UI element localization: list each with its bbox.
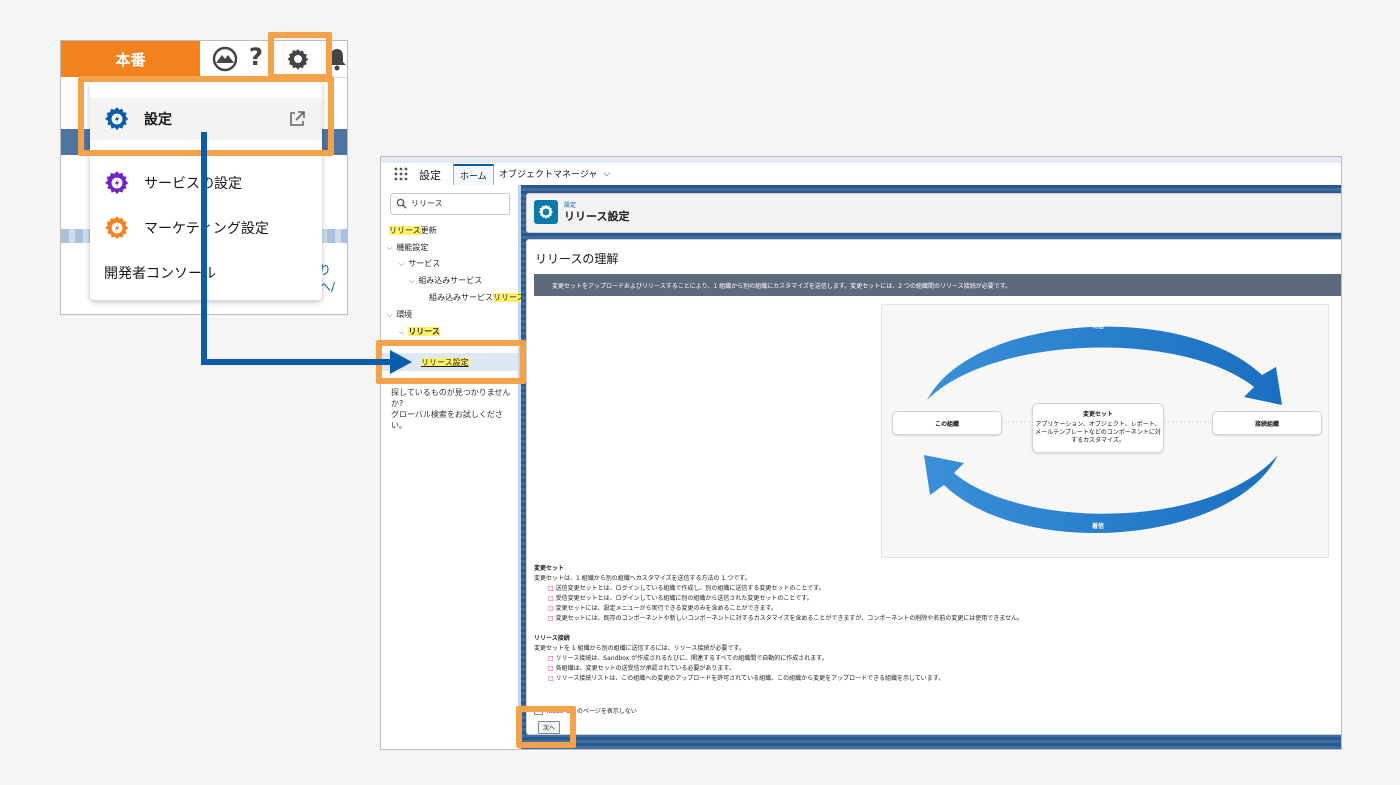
environment-badge: 本番 bbox=[61, 41, 200, 77]
tab-object-manager-label: オブジェクトマネージャ bbox=[499, 170, 598, 180]
explanation-text: 変更セット 変更セットは、1 組織から別の組織へカスタマイズを送信する方法の 1… bbox=[534, 564, 1334, 684]
tree-item-release[interactable]: ⌵ リリース bbox=[399, 326, 440, 337]
marketing-setup-label: マーケティング設定 bbox=[144, 221, 269, 237]
list-item: 送信変更セットとは、ログインしている組織で作成し、別の組織に送信する変更セットの… bbox=[534, 584, 1334, 594]
list-item: リリース接続は、Sandbox が作成されるたびに、関連するすべての組織間で自動… bbox=[534, 654, 1334, 664]
highlight-gear bbox=[268, 32, 332, 80]
send-arrow bbox=[927, 326, 1282, 405]
sidebar-help-text: 探しているものが見つかりませんか? グローバル検索をお試しください。 bbox=[391, 387, 516, 431]
background-link[interactable]: りへ/ bbox=[319, 261, 347, 295]
list-item: 変更セットには、既存のコンポーネントや新しいコンポーネントに対するカスタマイズを… bbox=[534, 614, 1334, 624]
tree-item-embedded-service-release[interactable]: 組み込みサービスリリース bbox=[429, 292, 525, 303]
tree-item-release-updates[interactable]: リリース更新 bbox=[389, 225, 437, 236]
this-org-box: この組織 bbox=[892, 411, 1002, 435]
tree-text: 組み込みサービス bbox=[418, 276, 483, 285]
navigation-bar: 設定 ホーム オブジェクトマネージャ ⌵ bbox=[381, 163, 1341, 186]
search-icon bbox=[396, 198, 407, 209]
tree-item-embedded-service[interactable]: ⌵ 組み込みサービス bbox=[409, 275, 482, 286]
tree-text: 環境 bbox=[396, 310, 413, 319]
quick-find-value: リリース bbox=[411, 199, 443, 208]
gear-icon bbox=[538, 204, 553, 219]
tree-item-service[interactable]: ⌵ サービス bbox=[399, 258, 440, 269]
chevron-down-icon[interactable]: ⌵ bbox=[387, 311, 392, 319]
receive-label: 着信 bbox=[1092, 523, 1105, 530]
gear-icon bbox=[105, 171, 129, 195]
page-header: 設定 リリース設定 bbox=[526, 193, 1341, 233]
tree-item-feature-settings[interactable]: ⌵ 機能設定 bbox=[387, 242, 428, 253]
app-launcher-icon[interactable] bbox=[394, 167, 408, 181]
gear-icon bbox=[105, 216, 129, 240]
setup-sidebar: リリース リリース更新 ⌵ 機能設定 ⌵ サービス ⌵ 組み込みサービス 組み込みサー… bbox=[381, 185, 525, 749]
chevron-down-icon[interactable]: ⌵ bbox=[603, 169, 610, 179]
header-icon-box bbox=[534, 200, 558, 224]
connection-heading: リリース接続 bbox=[534, 635, 570, 642]
changeset-intro: 変更セットは、1 組織から別の組織へカスタマイズを送信する方法の 1 つです。 bbox=[534, 575, 751, 582]
service-setup-menu-item[interactable]: サービスの設定 bbox=[90, 162, 322, 204]
send-label: 発信 bbox=[1092, 323, 1105, 330]
chevron-down-icon[interactable]: ⌵ bbox=[409, 277, 414, 285]
tree-text: 更新 bbox=[420, 226, 437, 235]
page-title: リリース設定 bbox=[564, 210, 630, 223]
tab-object-manager[interactable]: オブジェクトマネージャ ⌵ bbox=[493, 164, 616, 183]
list-item: 受信変更セットとは、ログインしている組織に別の組織から送信された変更セットのこと… bbox=[534, 594, 1334, 604]
changeset-heading: 変更セット bbox=[534, 565, 565, 572]
changeset-box-text: アプリケーション、オブジェクト、レポート、メールテンプレートなどのコンポーネント… bbox=[1035, 421, 1161, 444]
banner-text: 変更セットをアップロードおよびリリースすることにより、1 組織から別の組織にカス… bbox=[552, 283, 1012, 290]
developer-console-menu-item[interactable]: 開発者コンソール bbox=[90, 252, 322, 294]
service-setup-label: サービスの設定 bbox=[144, 176, 242, 192]
tree-text: 機能設定 bbox=[396, 243, 429, 252]
marketing-setup-menu-item[interactable]: マーケティング設定 bbox=[90, 207, 322, 249]
chevron-down-icon[interactable]: ⌵ bbox=[399, 260, 404, 268]
list-item: リリース接続リストは、この組織への変更のアップロードを許可されている組織、この組… bbox=[534, 674, 1334, 684]
tree-text: リリース bbox=[408, 327, 440, 336]
trailhead-icon[interactable] bbox=[212, 46, 238, 72]
highlight: リリース bbox=[493, 293, 525, 302]
highlight: リリース bbox=[389, 226, 421, 235]
highlight-next-button bbox=[516, 706, 576, 748]
chevron-down-icon[interactable]: ⌵ bbox=[387, 244, 392, 252]
content-card: リリースの理解 変更セットをアップロードおよびリリースすることにより、1 組織か… bbox=[526, 239, 1341, 735]
info-banner: 変更セットをアップロードおよびリリースすることにより、1 組織から別の組織にカス… bbox=[534, 274, 1341, 296]
developer-console-label: 開発者コンソール bbox=[104, 266, 216, 282]
tree-text: サービス bbox=[408, 259, 441, 268]
highlight-setup-item bbox=[78, 76, 334, 156]
changeset-diagram: 発信 着信 この組織 接続組織 変更セット アプリケーション、オブジェクト、レポ… bbox=[881, 304, 1329, 558]
help-icon[interactable]: ? bbox=[249, 43, 263, 71]
tab-home[interactable]: ホーム bbox=[453, 164, 494, 186]
release-settings-page: 設定 ホーム オブジェクトマネージャ ⌵ リリース リリース更新 ⌵ 機能設定 ⌵… bbox=[380, 156, 1342, 750]
connection-intro: 変更セットを 1 組織から別の組織に送信するには、リリース接続が必要です。 bbox=[534, 645, 745, 652]
chevron-down-icon[interactable]: ⌵ bbox=[399, 328, 404, 336]
highlight-release-settings bbox=[376, 340, 526, 384]
connected-org-box: 接続組織 bbox=[1212, 411, 1322, 435]
help-line: グローバル検索をお試しください。 bbox=[391, 410, 503, 430]
card-title: リリースの理解 bbox=[535, 252, 619, 266]
app-name: 設定 bbox=[419, 169, 441, 182]
help-line: 探しているものが見つかりませんか? bbox=[391, 388, 511, 408]
changeset-box: 変更セット アプリケーション、オブジェクト、レポート、メールテンプレートなどのコ… bbox=[1032, 403, 1164, 453]
quick-find-input[interactable]: リリース bbox=[390, 193, 510, 215]
list-item: 各組織は、変更セットの送受信が承認されている必要があります。 bbox=[534, 664, 1334, 674]
tree-text: 組み込みサービス bbox=[429, 293, 493, 302]
changeset-box-title: 変更セット bbox=[1082, 411, 1113, 418]
tree-item-environments[interactable]: ⌵ 環境 bbox=[387, 309, 412, 320]
list-item: 変更セットには、設定メニューから実行できる変更のみを含めることができます。 bbox=[534, 604, 1334, 614]
